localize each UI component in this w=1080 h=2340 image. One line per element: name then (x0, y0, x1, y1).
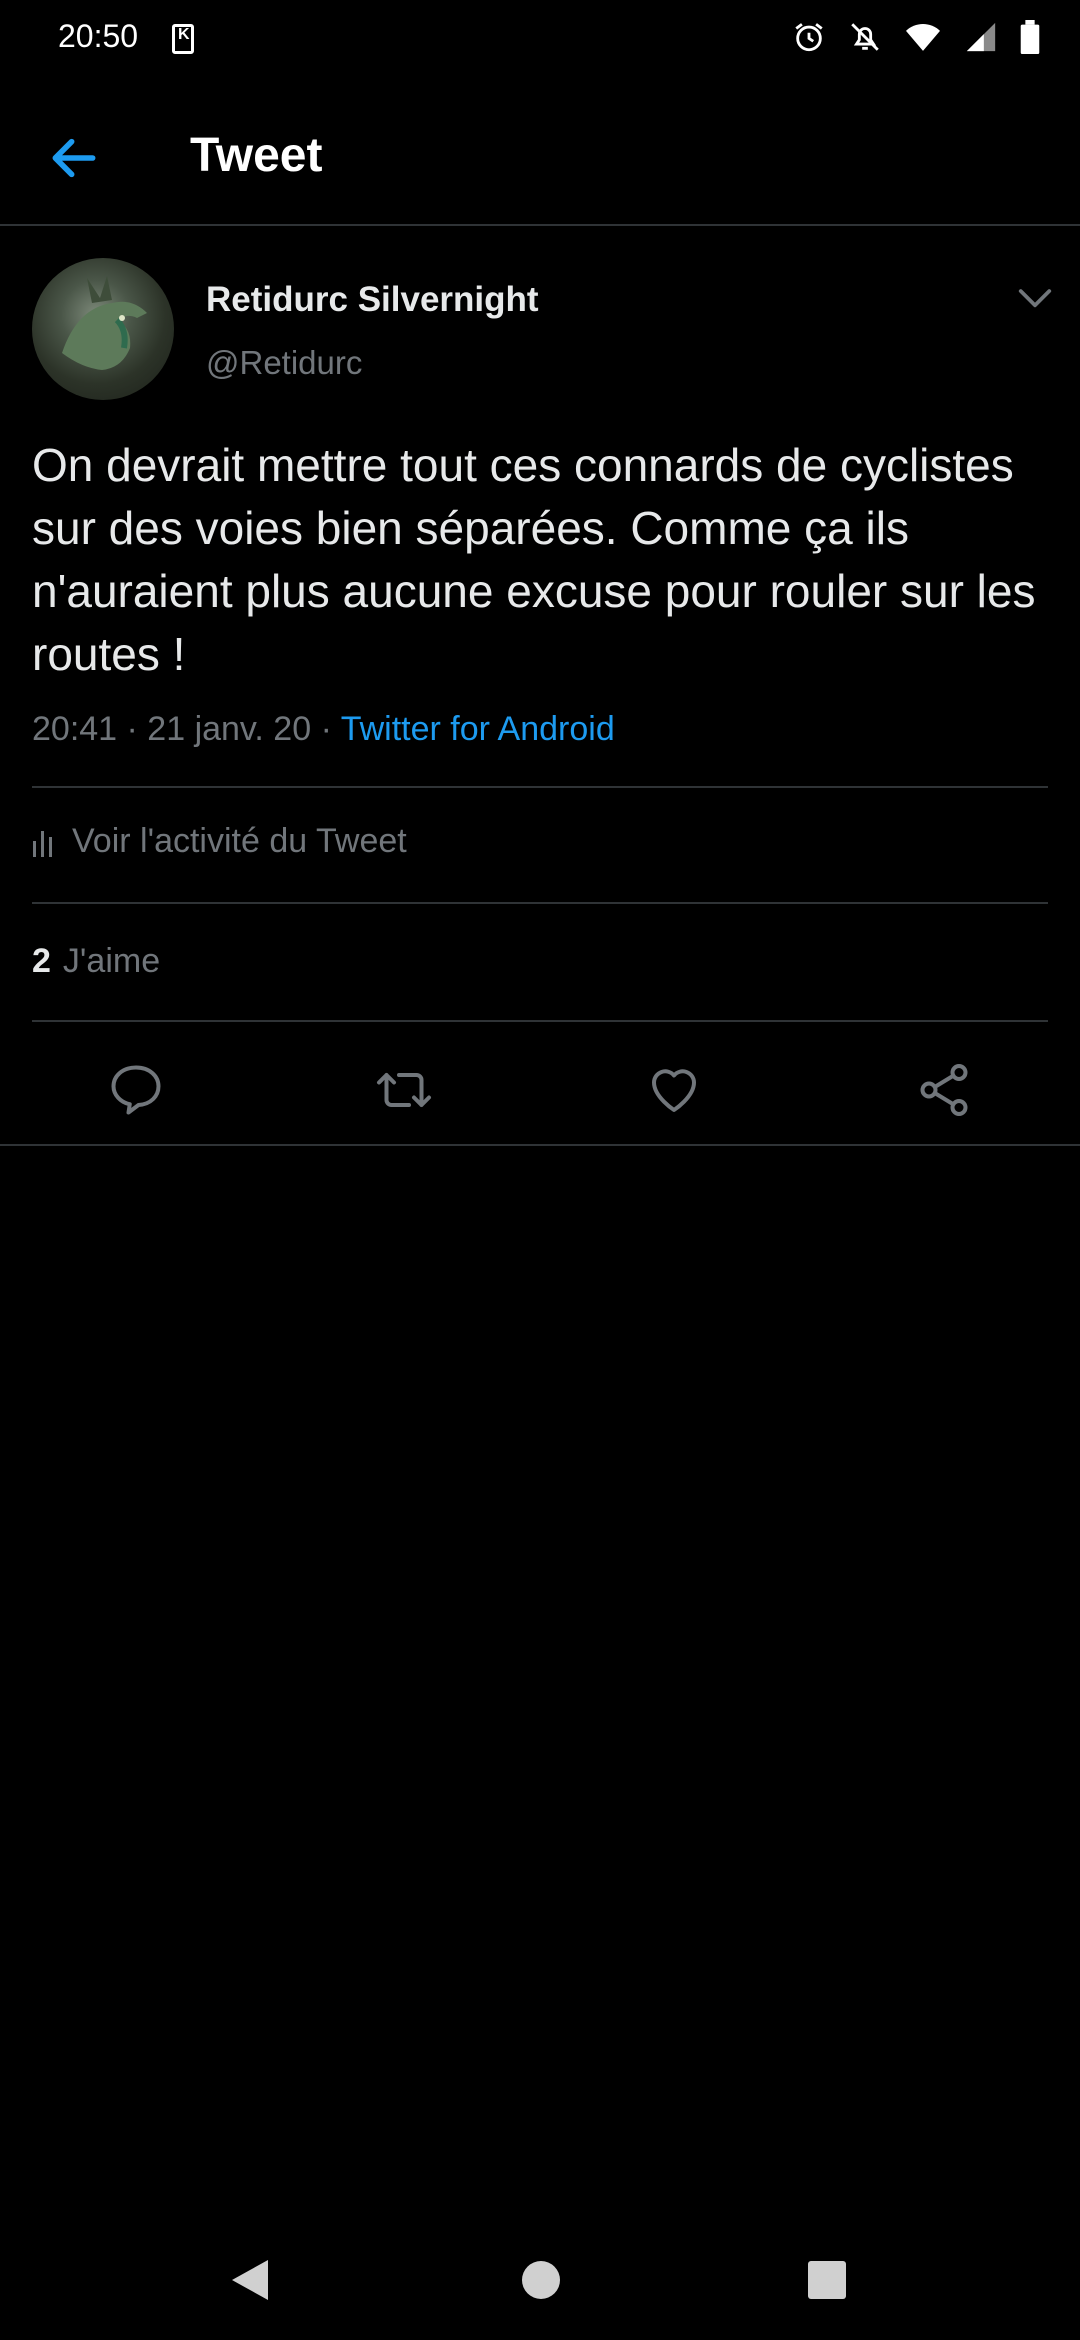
status-time: 20:50 (58, 18, 139, 54)
alarm-icon (795, 23, 823, 52)
share-icon[interactable] (914, 1060, 974, 1120)
likes-summary[interactable]: 2 J'aime (32, 942, 160, 981)
cell-signal-icon (966, 22, 996, 52)
tweet-activity-link[interactable]: Voir l'activité du Tweet (32, 822, 407, 861)
divider (32, 902, 1048, 904)
retweet-icon[interactable] (374, 1060, 434, 1120)
likes-count: 2 (32, 942, 51, 980)
avatar[interactable] (32, 258, 174, 400)
page-title: Tweet (190, 129, 323, 182)
tweet-meta: 20:41 · 21 janv. 20 · Twitter for Androi… (32, 710, 615, 749)
app-bar: Tweet (0, 80, 1080, 226)
wifi-icon (906, 24, 940, 51)
notifications-off-icon (851, 23, 879, 51)
battery-icon (1020, 20, 1040, 54)
author-handle[interactable]: @Retidurc (206, 344, 362, 382)
avatar-dragon-image (62, 276, 147, 370)
author-name[interactable]: Retidurc Silvernight (206, 280, 539, 320)
tweet-timestamp: 20:41 · 21 janv. 20 · (32, 710, 341, 748)
divider (32, 1020, 1048, 1022)
like-heart-icon[interactable] (644, 1060, 704, 1120)
nav-back-icon[interactable] (228, 2256, 272, 2304)
reply-icon[interactable] (106, 1060, 166, 1120)
status-bar: 20:50 (0, 0, 1080, 80)
nav-home-icon[interactable] (520, 2256, 562, 2304)
analytics-icon (33, 830, 52, 857)
back-arrow-icon[interactable] (46, 130, 102, 186)
notification-k-icon (172, 24, 194, 54)
nav-recents-icon[interactable] (806, 2256, 848, 2304)
status-icons (792, 20, 1040, 54)
system-navigation-bar (0, 2226, 1080, 2340)
chevron-down-icon[interactable] (1016, 286, 1054, 312)
divider (32, 786, 1048, 788)
activity-label: Voir l'activité du Tweet (72, 822, 407, 860)
tweet-action-bar (0, 1040, 1080, 1146)
tweet-source-link[interactable]: Twitter for Android (341, 710, 615, 748)
tweet-text: On devrait mettre tout ces connards de c… (32, 439, 1036, 680)
likes-label: J'aime (62, 942, 161, 980)
